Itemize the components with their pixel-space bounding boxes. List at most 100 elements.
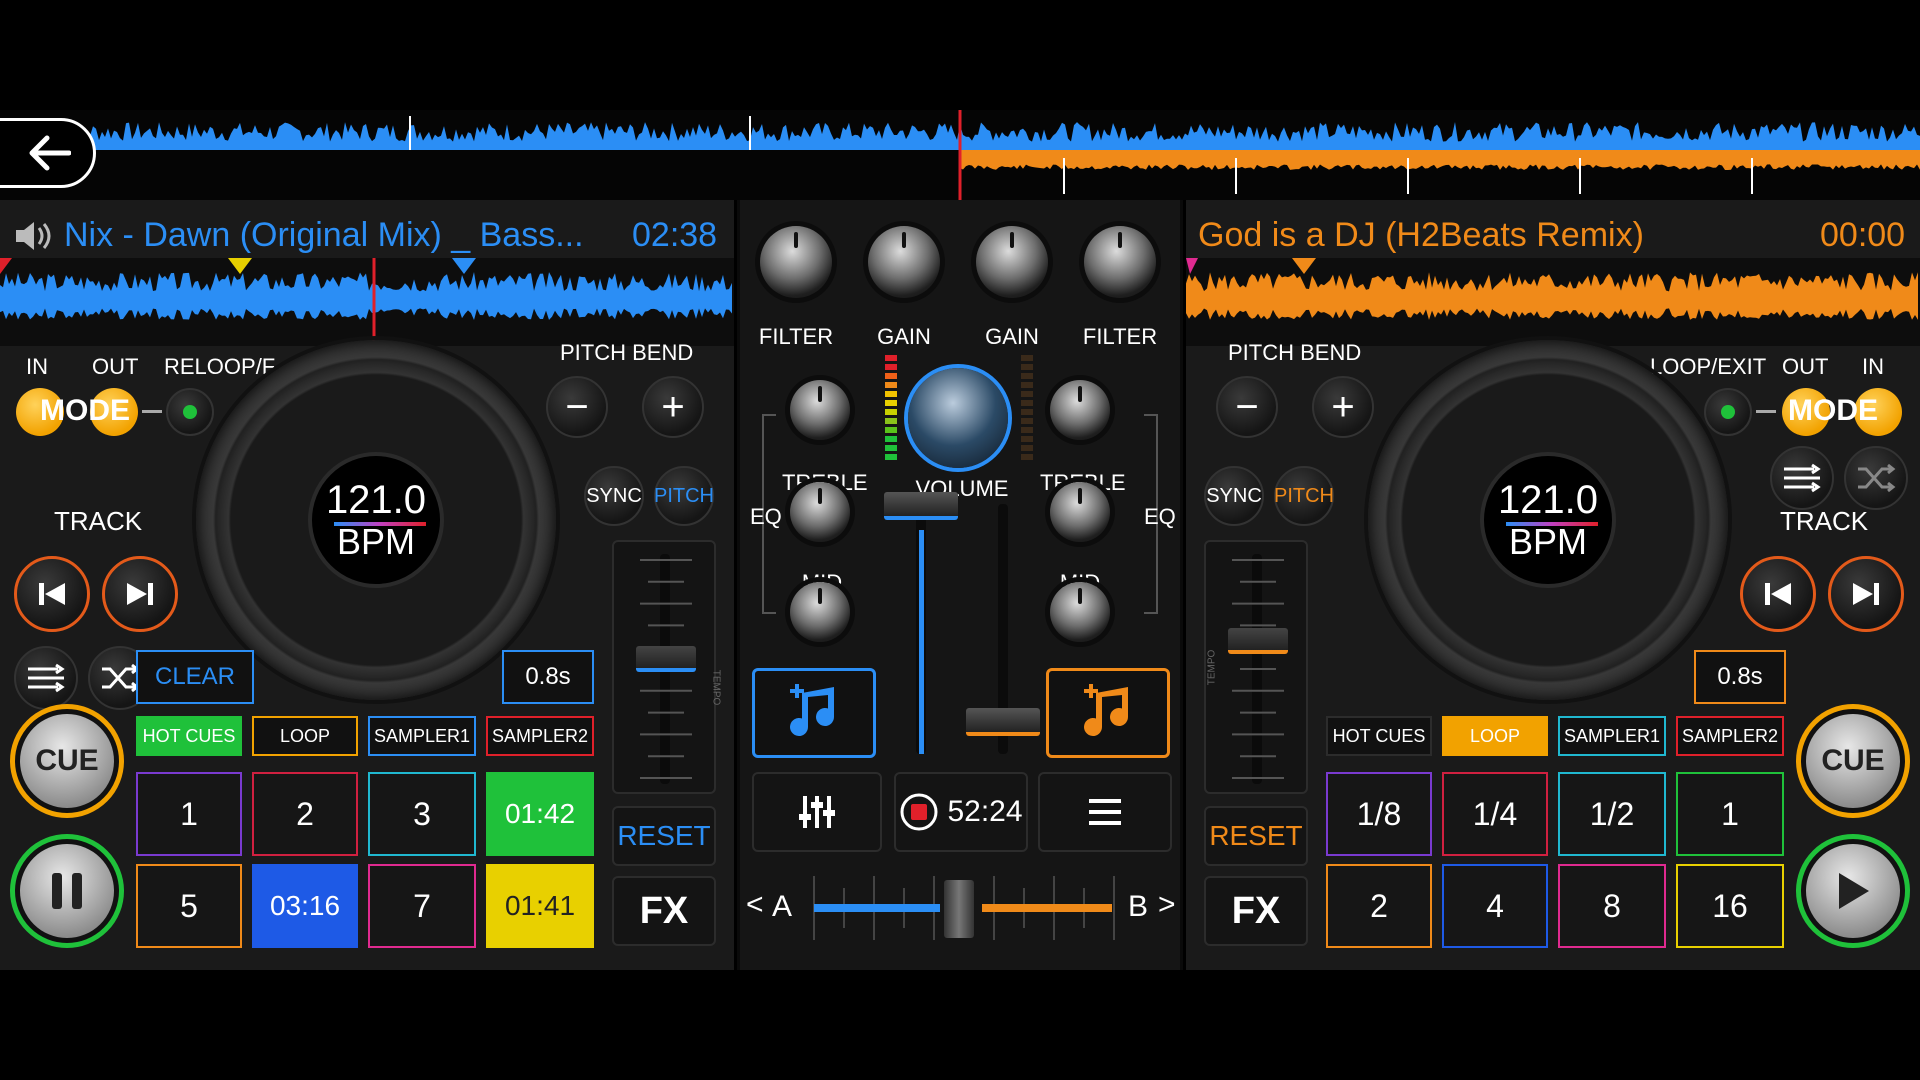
deck-b-waveform[interactable] xyxy=(1186,258,1920,346)
reset-button[interactable]: RESET xyxy=(612,806,716,866)
bpm-display: 121.0 BPM xyxy=(1480,452,1616,588)
loop-pad[interactable]: 1/4 xyxy=(1442,772,1548,856)
loop-pad[interactable]: 1/8 xyxy=(1326,772,1432,856)
speaker-icon[interactable] xyxy=(12,218,54,259)
track-time: 02:38 xyxy=(632,216,718,254)
loop-pad[interactable]: 4 xyxy=(1442,864,1548,948)
treble-b-knob[interactable] xyxy=(1050,380,1110,440)
loop-pad[interactable]: 2 xyxy=(1326,864,1432,948)
pitch-button[interactable]: PITCH xyxy=(654,466,714,526)
delay-value[interactable]: 0.8s xyxy=(502,650,594,704)
shuffle-list-button[interactable] xyxy=(14,646,78,710)
hot-cue-pad[interactable]: 5 xyxy=(136,864,242,948)
loop-pad[interactable]: 1 xyxy=(1676,772,1784,856)
record-icon xyxy=(900,793,938,831)
record-button[interactable]: 52:24 xyxy=(894,772,1028,852)
overview-waveform[interactable] xyxy=(0,110,1920,200)
list-order-icon xyxy=(28,663,65,693)
pitch-bend-plus-button[interactable]: + xyxy=(642,376,704,438)
tempo-fader-handle[interactable] xyxy=(1228,628,1288,654)
play-button[interactable] xyxy=(1806,844,1900,938)
pitch-button[interactable]: PITCH xyxy=(1274,466,1334,526)
nav-left-arrow[interactable]: < xyxy=(746,888,764,922)
next-track-button[interactable] xyxy=(102,556,178,632)
tab-hot-cues[interactable]: HOT CUES xyxy=(1326,716,1432,756)
hot-cue-pad[interactable]: 2 xyxy=(252,772,358,856)
menu-icon xyxy=(1089,799,1121,825)
cue-button[interactable]: CUE xyxy=(20,714,114,808)
back-button[interactable] xyxy=(0,118,96,188)
crossfader-handle[interactable] xyxy=(944,880,974,938)
hot-cue-pad[interactable]: 03:16 xyxy=(252,864,358,948)
add-track-a-button[interactable] xyxy=(752,668,876,758)
gain-b-knob[interactable] xyxy=(976,226,1048,298)
pitch-bar xyxy=(334,522,426,526)
pitch-bend-minus-button[interactable]: − xyxy=(546,376,608,438)
clear-button[interactable]: CLEAR xyxy=(136,650,254,704)
tempo-fader[interactable]: TEMPO xyxy=(1204,540,1308,794)
loop-pad[interactable]: 8 xyxy=(1558,864,1666,948)
tab-sampler2[interactable]: SAMPLER2 xyxy=(486,716,594,756)
tab-sampler2[interactable]: SAMPLER2 xyxy=(1676,716,1784,756)
volume-a-fader-handle[interactable] xyxy=(884,492,958,520)
tab-hot-cues[interactable]: HOT CUES xyxy=(136,716,242,756)
reloop-button[interactable] xyxy=(166,388,214,436)
mode-label[interactable]: MODE xyxy=(40,394,130,428)
hot-cue-pad[interactable]: 1 xyxy=(136,772,242,856)
fx-button[interactable]: FX xyxy=(1204,876,1308,946)
filter-a-knob[interactable] xyxy=(760,226,832,298)
tempo-fader-handle[interactable] xyxy=(636,646,696,672)
crossfader[interactable] xyxy=(806,870,1120,946)
mode-label[interactable]: MODE xyxy=(1788,394,1878,428)
treble-a-knob[interactable] xyxy=(790,380,850,440)
sync-button[interactable]: SYNC xyxy=(1204,466,1264,526)
led-icon xyxy=(183,405,197,419)
shuffle-list-button[interactable] xyxy=(1770,446,1834,510)
pause-button[interactable] xyxy=(20,844,114,938)
loop-out-label: OUT xyxy=(92,354,139,379)
deck-a-waveform[interactable] xyxy=(0,258,734,346)
bass-a-knob[interactable] xyxy=(790,482,850,542)
tempo-fader[interactable]: TEMPO xyxy=(612,540,721,794)
track-title: Nix - Dawn (Original Mix) _ Bass... xyxy=(64,216,584,254)
hot-cue-pad[interactable]: 01:41 xyxy=(486,864,594,948)
menu-button[interactable] xyxy=(1038,772,1172,852)
previous-track-button[interactable] xyxy=(14,556,90,632)
mid-a-knob[interactable] xyxy=(790,582,850,642)
fx-button[interactable]: FX xyxy=(612,876,716,946)
nav-right-arrow[interactable]: > xyxy=(1158,888,1176,922)
hot-cue-pad[interactable]: 3 xyxy=(368,772,476,856)
next-track-button[interactable] xyxy=(1828,556,1904,632)
bass-b-knob[interactable] xyxy=(1050,482,1110,542)
sync-button[interactable]: SYNC xyxy=(584,466,644,526)
loop-pad[interactable]: 1/2 xyxy=(1558,772,1666,856)
hot-cue-pad[interactable]: 01:42 xyxy=(486,772,594,856)
tab-sampler1[interactable]: SAMPLER1 xyxy=(368,716,476,756)
reset-button[interactable]: RESET xyxy=(1204,806,1308,866)
gain-a-label: GAIN xyxy=(877,324,931,349)
previous-track-button[interactable] xyxy=(1740,556,1816,632)
tempo-label: TEMPO xyxy=(710,669,722,706)
volume-b-fader-handle[interactable] xyxy=(966,708,1040,736)
loop-pad[interactable]: 16 xyxy=(1676,864,1784,948)
reloop-label: RELOOP/F xyxy=(164,354,276,379)
gain-a-knob[interactable] xyxy=(868,226,940,298)
hot-cue-pad[interactable]: 7 xyxy=(368,864,476,948)
gain-b-label: GAIN xyxy=(985,324,1039,349)
tab-loop[interactable]: LOOP xyxy=(252,716,358,756)
cue-button[interactable]: CUE xyxy=(1806,714,1900,808)
mid-b-knob[interactable] xyxy=(1050,582,1110,642)
tab-sampler1[interactable]: SAMPLER1 xyxy=(1558,716,1666,756)
shuffle-button[interactable] xyxy=(1844,446,1908,510)
delay-value[interactable]: 0.8s xyxy=(1694,650,1786,704)
track-time: 00:00 xyxy=(1820,216,1906,254)
master-volume-knob[interactable] xyxy=(908,368,1008,468)
tempo-label: TEMPO xyxy=(1206,649,1218,686)
pitch-bend-minus-button[interactable]: − xyxy=(1216,376,1278,438)
filter-b-knob[interactable] xyxy=(1084,226,1156,298)
tab-loop[interactable]: LOOP xyxy=(1442,716,1548,756)
equalizer-button[interactable] xyxy=(752,772,882,852)
reloop-button[interactable] xyxy=(1704,388,1752,436)
pitch-bend-plus-button[interactable]: + xyxy=(1312,376,1374,438)
add-track-b-button[interactable] xyxy=(1046,668,1170,758)
